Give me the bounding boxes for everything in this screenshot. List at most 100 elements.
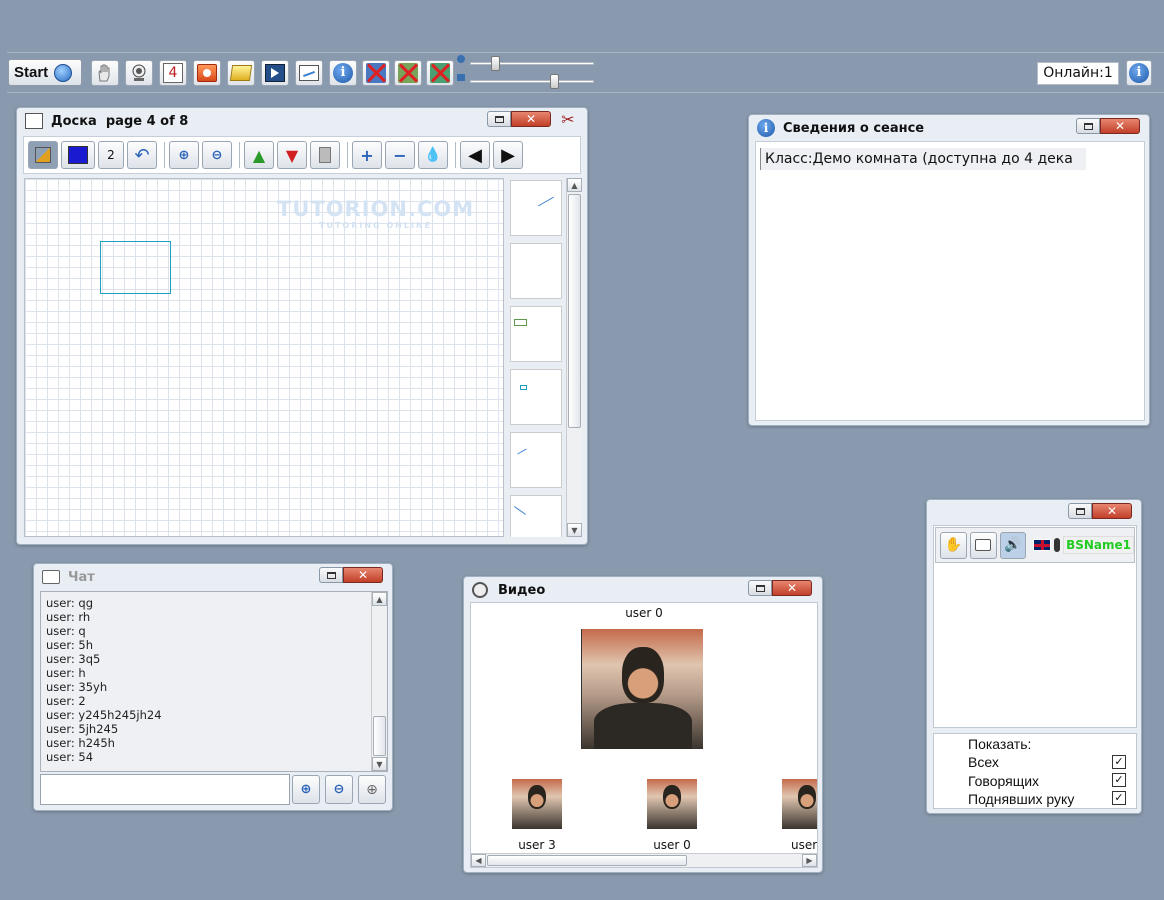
mic-volume-slider[interactable] <box>470 56 594 71</box>
filter-all-checkbox[interactable]: ✓ <box>1112 755 1126 769</box>
page-thumbnail[interactable] <box>510 369 562 425</box>
globe-icon <box>54 63 73 82</box>
remove-page-button[interactable]: − <box>385 141 415 169</box>
close-button[interactable]: ✕ <box>772 580 812 596</box>
scroll-up-arrow[interactable]: ▲ <box>372 592 387 606</box>
scroll-left-arrow[interactable]: ◀ <box>471 854 486 867</box>
close-button[interactable]: ✕ <box>343 567 383 583</box>
scroll-down-arrow[interactable]: ▼ <box>567 523 582 537</box>
filter-hand-raised-label: Поднявших руку <box>968 791 1075 807</box>
close-button[interactable]: ✕ <box>511 111 551 127</box>
arrow-left-icon: ◀ <box>468 144 482 166</box>
main-video-feed[interactable] <box>581 629 703 749</box>
help-info-button[interactable]: i <box>1126 60 1152 86</box>
media-player-button[interactable] <box>261 60 289 86</box>
undo-button[interactable]: ↶ <box>127 141 157 169</box>
download-button[interactable]: ▼ <box>277 141 307 169</box>
online-count: Онлайн:1 <box>1037 62 1119 85</box>
video-hscrollbar[interactable]: ◀ ▶ <box>471 853 817 867</box>
user-row[interactable]: ✋ 🔊 BSName1 <box>935 527 1135 563</box>
info-icon: i <box>333 63 353 83</box>
class-info-text: Класс:Демо комната (доступна до 4 дека <box>760 148 1086 170</box>
page-counter-icon: 4 <box>163 63 183 83</box>
drop-icon: 💧 <box>424 147 442 163</box>
restore-button[interactable] <box>748 580 772 596</box>
restore-icon <box>1075 507 1085 515</box>
upload-button[interactable]: ▲ <box>244 141 274 169</box>
speaker-volume-thumb[interactable] <box>550 74 559 89</box>
zoom-in-icon: ⊕ <box>300 782 312 797</box>
chat-bubble-icon <box>975 539 992 551</box>
page-thumbnail[interactable] <box>510 495 562 537</box>
close-button[interactable]: ✕ <box>1100 118 1140 134</box>
restore-button[interactable] <box>487 111 511 127</box>
color-picker-button[interactable] <box>61 141 95 169</box>
close-icon: ✕ <box>357 568 369 582</box>
video-thumb[interactable] <box>782 779 817 829</box>
video-title: Видео <box>498 582 546 598</box>
scrollbar-thumb[interactable] <box>568 194 581 428</box>
info-button[interactable]: i <box>329 60 357 86</box>
scrollbar-thumb[interactable] <box>373 716 386 756</box>
color-swatch-icon <box>68 146 88 164</box>
mic-icon <box>1054 538 1061 552</box>
video-thumb[interactable] <box>647 779 697 829</box>
raise-hand-button[interactable] <box>91 60 119 86</box>
play-icon <box>265 64 285 82</box>
camera-off-button[interactable] <box>394 60 422 86</box>
scroll-right-arrow[interactable]: ▶ <box>802 854 817 867</box>
speaker-volume-slider[interactable] <box>470 74 594 89</box>
watermark: TUTORION.COM TUTORING ONLINE <box>277 197 474 230</box>
pen-size-select[interactable]: 2 <box>98 141 124 169</box>
prev-page-button[interactable]: ◀ <box>460 141 490 169</box>
mic-off-button[interactable] <box>362 60 390 86</box>
chat-zoom-out-button[interactable]: ⊖ <box>325 775 353 804</box>
session-info-panel: Класс:Демо комната (доступна до 4 дека <box>755 141 1145 421</box>
next-page-button[interactable]: ▶ <box>493 141 523 169</box>
user-speaker-button[interactable]: 🔊 <box>999 531 1027 559</box>
chat-message: user: h245h <box>46 736 115 750</box>
whiteboard-button[interactable] <box>295 60 323 86</box>
user-chat-button[interactable] <box>969 531 997 559</box>
zoom-in-icon: ⊕ <box>178 147 190 163</box>
page-counter-button[interactable]: 4 <box>159 60 187 86</box>
chat-reset-zoom-button[interactable]: ⊕ <box>358 775 386 804</box>
mic-off-icon <box>366 63 387 83</box>
drawn-rectangle[interactable] <box>100 241 171 294</box>
files-button[interactable] <box>227 60 255 86</box>
user-raise-hand-button[interactable]: ✋ <box>940 531 967 559</box>
page-thumbnail[interactable] <box>510 243 562 299</box>
restore-button[interactable] <box>1076 118 1100 134</box>
start-button[interactable]: Start <box>8 59 82 86</box>
chat-input[interactable] <box>40 774 290 805</box>
ruler-tool-button[interactable] <box>28 141 58 169</box>
page-thumbnail[interactable] <box>510 180 562 236</box>
tools-icon[interactable]: ✂ <box>558 110 578 130</box>
scroll-down-arrow[interactable]: ▼ <box>372 757 387 771</box>
zoom-out-button[interactable]: ⊖ <box>202 141 232 169</box>
chat-zoom-in-button[interactable]: ⊕ <box>292 775 320 804</box>
delete-button[interactable] <box>310 141 340 169</box>
filter-speaking-checkbox[interactable]: ✓ <box>1112 773 1126 787</box>
zoom-in-button[interactable]: ⊕ <box>169 141 199 169</box>
fill-button[interactable]: 💧 <box>418 141 448 169</box>
video-thumb[interactable] <box>512 779 562 829</box>
restore-button[interactable] <box>1068 503 1092 519</box>
close-icon: ✕ <box>786 581 798 595</box>
add-page-button[interactable]: + <box>352 141 382 169</box>
filter-hand-raised-checkbox[interactable]: ✓ <box>1112 791 1126 805</box>
mic-volume-thumb[interactable] <box>491 56 500 71</box>
restore-button[interactable] <box>319 567 343 583</box>
thumbnails-scrollbar[interactable]: ▲ ▼ <box>566 178 582 537</box>
record-button[interactable] <box>193 60 221 86</box>
close-button[interactable]: ✕ <box>1092 503 1132 519</box>
scroll-up-arrow[interactable]: ▲ <box>567 178 582 192</box>
page-thumbnail[interactable] <box>510 306 562 362</box>
draw-off-button[interactable] <box>426 60 454 86</box>
whiteboard-canvas[interactable]: TUTORION.COM TUTORING ONLINE <box>24 178 504 537</box>
chat-scrollbar[interactable]: ▲ ▼ <box>371 592 387 771</box>
webcam-button[interactable] <box>125 60 153 86</box>
whiteboard-icon <box>25 113 43 129</box>
scrollbar-thumb[interactable] <box>487 855 687 866</box>
page-thumbnail[interactable] <box>510 432 562 488</box>
